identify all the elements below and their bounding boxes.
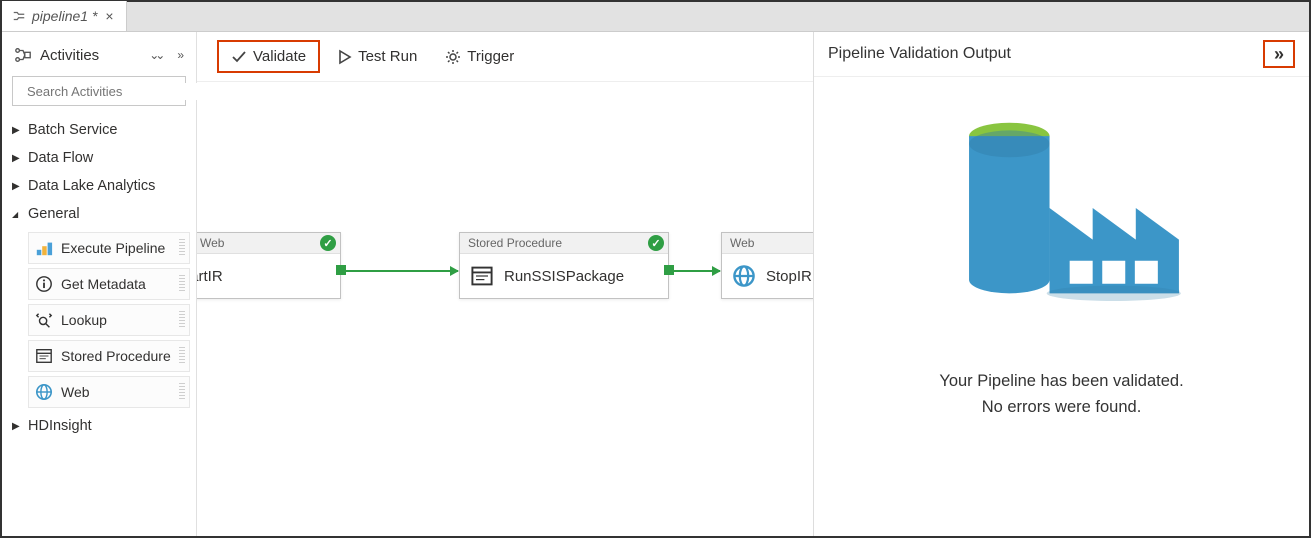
sidebar-group-data-flow[interactable]: ▶ Data Flow bbox=[2, 144, 196, 172]
search-field[interactable] bbox=[25, 83, 205, 100]
status-success-icon bbox=[320, 235, 336, 251]
node-type-label: Web bbox=[722, 233, 813, 254]
gear-icon bbox=[445, 49, 461, 65]
close-icon[interactable]: × bbox=[103, 8, 115, 24]
node-type-label: Web bbox=[197, 233, 340, 254]
drag-grip bbox=[179, 383, 185, 401]
caret-right-icon: ▶ bbox=[12, 153, 22, 164]
sidebar-group-hdinsight[interactable]: ▶ HDInsight bbox=[2, 412, 196, 440]
tab-title: pipeline1 * bbox=[32, 8, 97, 24]
factory-success-icon bbox=[937, 117, 1187, 347]
btn-label: Test Run bbox=[358, 48, 417, 65]
item-label: Lookup bbox=[61, 312, 107, 328]
caret-down-icon: ◢ bbox=[12, 210, 22, 219]
node-name: RunSSISPackage bbox=[504, 268, 624, 285]
validation-output-panel: Pipeline Validation Output » Your Pipeli… bbox=[813, 32, 1309, 536]
group-label: Batch Service bbox=[28, 122, 117, 138]
panel-body: Your Pipeline has been validated. No err… bbox=[814, 77, 1309, 536]
activity-execute-pipeline[interactable]: Execute Pipeline bbox=[28, 232, 190, 264]
item-label: Execute Pipeline bbox=[61, 240, 165, 256]
group-label: HDInsight bbox=[28, 418, 92, 434]
btn-label: Validate bbox=[253, 48, 306, 65]
canvas-toolbar: Validate Test Run Trigger bbox=[197, 32, 813, 82]
chevron-double-down-icon[interactable]: ⌄⌄ bbox=[149, 48, 161, 62]
activities-icon bbox=[14, 46, 32, 64]
tab-pipeline1[interactable]: pipeline1 * × bbox=[2, 1, 127, 31]
pipeline-canvas[interactable]: Web StartIR Stored Procedure RunS bbox=[197, 82, 813, 536]
trigger-button[interactable]: Trigger bbox=[433, 42, 526, 71]
activities-sidebar: Activities ⌄⌄ » ▶ Batch Service ▶ Data F… bbox=[2, 32, 197, 536]
drag-grip bbox=[179, 347, 185, 365]
search-activities-input[interactable] bbox=[12, 76, 186, 106]
sidebar-group-data-lake-analytics[interactable]: ▶ Data Lake Analytics bbox=[2, 172, 196, 200]
sidebar-header: Activities ⌄⌄ » bbox=[2, 38, 196, 72]
chevron-double-right-icon: » bbox=[1274, 44, 1284, 65]
sidebar-title: Activities bbox=[40, 47, 99, 64]
activity-stored-procedure[interactable]: Stored Procedure bbox=[28, 340, 190, 372]
play-outline-icon bbox=[336, 49, 352, 65]
tab-bar: pipeline1 * × bbox=[2, 2, 1309, 32]
panel-title: Pipeline Validation Output bbox=[828, 45, 1011, 63]
link-2-3[interactable] bbox=[673, 270, 720, 272]
sidebar-group-general[interactable]: ◢ General bbox=[2, 200, 196, 228]
node-stopir[interactable]: Web StopIR bbox=[721, 232, 813, 299]
drag-grip bbox=[179, 275, 185, 293]
stored-procedure-icon bbox=[35, 347, 53, 365]
info-icon bbox=[35, 275, 53, 293]
drag-grip bbox=[179, 311, 185, 329]
message-line-2: No errors were found. bbox=[939, 395, 1183, 421]
node-name: StartIR bbox=[197, 268, 223, 285]
group-label: General bbox=[28, 206, 80, 222]
item-label: Web bbox=[61, 384, 90, 400]
activity-lookup[interactable]: Lookup bbox=[28, 304, 190, 336]
pipeline-icon bbox=[12, 9, 26, 23]
drag-grip bbox=[179, 239, 185, 257]
activity-get-metadata[interactable]: Get Metadata bbox=[28, 268, 190, 300]
caret-right-icon: ▶ bbox=[12, 421, 22, 432]
lookup-icon bbox=[35, 311, 53, 329]
validation-message: Your Pipeline has been validated. No err… bbox=[939, 369, 1183, 420]
node-name: StopIR bbox=[766, 268, 812, 285]
canvas-area: Validate Test Run Trigger Web StartIR bbox=[197, 32, 813, 536]
web-icon bbox=[732, 264, 756, 288]
message-line-1: Your Pipeline has been validated. bbox=[939, 369, 1183, 395]
caret-right-icon: ▶ bbox=[12, 125, 22, 136]
collapse-panel-button[interactable]: » bbox=[1263, 40, 1295, 68]
web-icon bbox=[35, 383, 53, 401]
node-startir[interactable]: Web StartIR bbox=[197, 232, 341, 299]
test-run-button[interactable]: Test Run bbox=[324, 42, 429, 71]
general-items: Execute Pipeline Get Metadata Lookup Sto… bbox=[2, 228, 196, 412]
group-label: Data Flow bbox=[28, 150, 93, 166]
node-type-label: Stored Procedure bbox=[460, 233, 668, 254]
node-runssispackage[interactable]: Stored Procedure RunSSISPackage bbox=[459, 232, 669, 299]
execute-pipeline-icon bbox=[35, 239, 53, 257]
btn-label: Trigger bbox=[467, 48, 514, 65]
status-success-icon bbox=[648, 235, 664, 251]
check-icon bbox=[231, 49, 247, 65]
validate-button[interactable]: Validate bbox=[217, 40, 320, 73]
link-1-2[interactable] bbox=[345, 270, 458, 272]
sidebar-group-batch-service[interactable]: ▶ Batch Service bbox=[2, 116, 196, 144]
chevron-double-right-icon[interactable]: » bbox=[177, 48, 184, 62]
caret-right-icon: ▶ bbox=[12, 181, 22, 192]
item-label: Stored Procedure bbox=[61, 348, 171, 364]
stored-procedure-icon bbox=[470, 264, 494, 288]
item-label: Get Metadata bbox=[61, 276, 146, 292]
group-label: Data Lake Analytics bbox=[28, 178, 155, 194]
panel-header: Pipeline Validation Output » bbox=[814, 32, 1309, 77]
activity-web[interactable]: Web bbox=[28, 376, 190, 408]
